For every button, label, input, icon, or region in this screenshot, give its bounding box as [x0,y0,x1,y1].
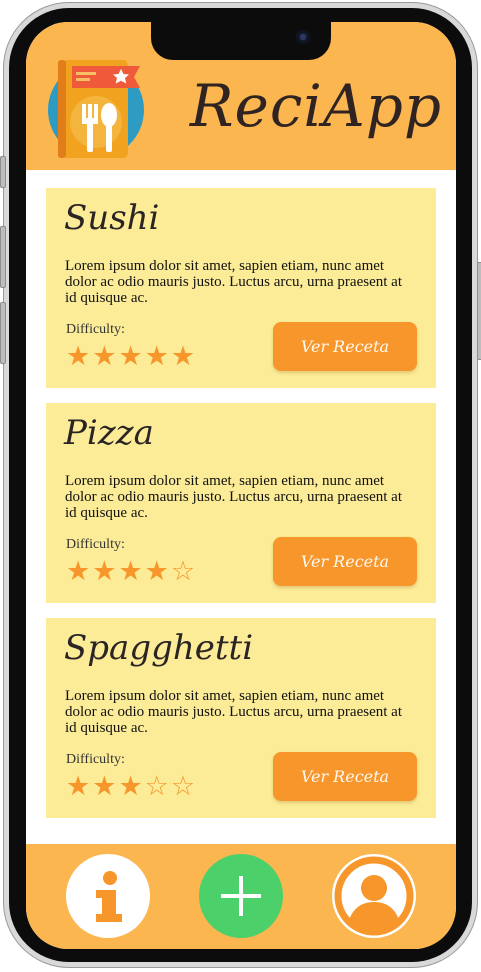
screen: ReciApp Sushi Lorem ipsum dolor sit amet… [26,22,456,949]
star-filled-icon: ★ [144,341,169,372]
star-filled-icon: ★ [92,771,117,802]
notch [151,22,331,60]
volume-up-button [0,226,6,288]
user-icon [334,856,414,936]
difficulty-rating: ★ ★ ★ ★ ☆ [66,557,195,587]
bottom-navigation [26,844,456,949]
difficulty-rating: ★ ★ ★ ★ ★ [66,342,195,372]
star-filled-icon: ★ [118,556,143,587]
app-logo [46,60,144,160]
recipe-card: Sushi Lorem ipsum dolor sit amet, sapien… [46,188,436,388]
star-filled-icon: ★ [66,771,91,802]
view-recipe-button[interactable]: Ver Receta [273,752,417,801]
power-button [477,262,481,360]
recipe-card: Spagghetti Lorem ipsum dolor sit amet, s… [46,618,436,818]
mute-switch [0,156,6,188]
star-empty-icon: ☆ [170,556,196,587]
star-empty-icon: ☆ [170,771,196,802]
star-filled-icon: ★ [118,341,143,372]
star-empty-icon: ☆ [144,771,169,802]
difficulty-label: Difficulty: [66,537,125,552]
info-button[interactable] [66,854,150,938]
difficulty-label: Difficulty: [66,752,125,767]
recipe-list: Sushi Lorem ipsum dolor sit amet, sapien… [26,170,456,844]
star-filled-icon: ★ [66,556,91,587]
view-recipe-button[interactable]: Ver Receta [273,537,417,586]
recipe-description: Lorem ipsum dolor sit amet, sapien etiam… [65,258,402,306]
recipe-title: Spagghetti [64,628,254,668]
profile-button[interactable] [332,854,416,938]
app-title: ReciApp [189,72,442,140]
add-recipe-button[interactable] [199,854,283,938]
star-filled-icon: ★ [170,341,196,372]
recipe-description: Lorem ipsum dolor sit amet, sapien etiam… [65,473,402,521]
phone-frame: ReciApp Sushi Lorem ipsum dolor sit amet… [0,0,481,972]
difficulty-rating: ★ ★ ★ ☆ ☆ [66,772,195,802]
info-icon [96,871,122,922]
star-filled-icon: ★ [92,341,117,372]
star-filled-icon: ★ [66,341,91,372]
volume-down-button [0,302,6,364]
star-filled-icon: ★ [144,556,169,587]
recipe-card: Pizza Lorem ipsum dolor sit amet, sapien… [46,403,436,603]
camera-icon [296,30,310,44]
view-recipe-button[interactable]: Ver Receta [273,322,417,371]
recipe-description: Lorem ipsum dolor sit amet, sapien etiam… [65,688,402,736]
star-filled-icon: ★ [118,771,143,802]
star-filled-icon: ★ [92,556,117,587]
recipe-title: Sushi [64,198,160,238]
plus-icon [221,876,261,916]
difficulty-label: Difficulty: [66,322,125,337]
recipe-title: Pizza [64,413,154,453]
recipe-book-icon [48,60,144,158]
